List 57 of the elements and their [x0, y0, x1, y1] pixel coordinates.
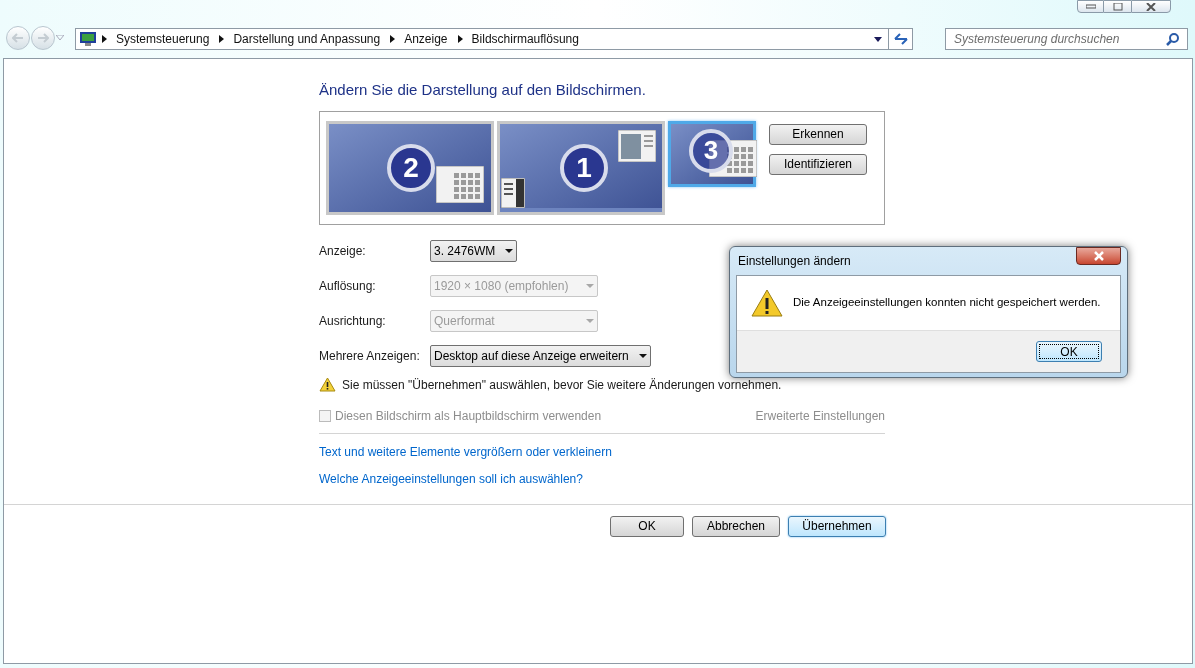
dialog-button[interactable]: Übernehmen: [788, 515, 886, 537]
dropdown-arrow-icon[interactable]: [874, 36, 882, 42]
dropdown-arrow-icon: [586, 318, 594, 323]
setting-label: Mehrere Anzeigen:: [319, 347, 421, 365]
dialog-button[interactable]: Abbrechen: [692, 515, 780, 537]
breadcrumb[interactable]: Darstellung und Anpassung: [233, 30, 381, 48]
dropdown-arrow-icon: [586, 283, 594, 288]
chevron-icon[interactable]: [390, 35, 396, 43]
dialog-message: Die Anzeigeeinstellungen konnten nicht gespeichert werden.: [793, 295, 1101, 311]
close-icon: [1092, 251, 1105, 261]
close-button[interactable]: [1131, 0, 1171, 13]
start-menu-icon: [501, 177, 525, 208]
back-arrow-icon: [12, 33, 24, 43]
window-icon: [436, 165, 484, 203]
search-field[interactable]: Systemsteuerung durchsuchen: [945, 28, 1188, 50]
breadcrumb[interactable]: Systemsteuerung: [116, 30, 210, 48]
monitor-number: 2: [387, 143, 435, 192]
breadcrumb[interactable]: Bildschirmauflösung: [471, 30, 579, 48]
dialog-button[interactable]: OK: [610, 515, 684, 537]
search-icon[interactable]: [1166, 32, 1179, 46]
forward-arrow-icon: [37, 33, 49, 43]
refresh-icon: [893, 33, 908, 45]
monitor-number: 1: [560, 143, 608, 192]
dropdown[interactable]: 3. 2476WM: [430, 239, 518, 262]
dropdown[interactable]: Desktop auf diese Anzeige erweitern: [430, 344, 651, 367]
dialog-title: Einstellungen ändern: [738, 253, 851, 270]
monitor-action-button[interactable]: Erkennen: [769, 123, 867, 145]
monitor-action-button[interactable]: Identifizieren: [769, 153, 867, 175]
dropdown-arrow-icon: [505, 248, 514, 253]
minimize-button[interactable]: [1077, 0, 1104, 13]
page-heading: Ändern Sie die Darstellung auf den Bildschirmen.: [319, 80, 647, 100]
dropdown-arrow-icon: [638, 353, 647, 358]
monitor-tile[interactable]: 2: [326, 120, 494, 215]
ok-button[interactable]: OK: [1036, 341, 1102, 362]
setting-label: Anzeige:: [319, 242, 367, 260]
warning-icon: [319, 377, 336, 392]
address-bar[interactable]: Systemsteuerung Darstellung und Anpassung Anzeige Bildschirmauflösung: [75, 28, 913, 50]
chevron-icon[interactable]: [457, 35, 463, 43]
help-link[interactable]: Welche Anzeigeeinstellungen soll ich auswählen?: [319, 469, 889, 488]
monitor-number: 3: [689, 128, 733, 173]
maximize-icon: [1112, 2, 1123, 11]
warning-icon: [751, 289, 783, 317]
chevron-icon[interactable]: [219, 35, 225, 43]
minimize-icon: [1085, 4, 1096, 9]
monitor-tile[interactable]: 1: [497, 120, 665, 215]
monitor-icon: [80, 31, 96, 47]
breadcrumb[interactable]: Anzeige: [404, 30, 448, 48]
maximize-button[interactable]: [1104, 0, 1131, 13]
help-link[interactable]: Text und weitere Elemente vergrößern oder verkleinern: [319, 442, 889, 461]
setting-label: Ausrichtung:: [319, 312, 387, 330]
close-button[interactable]: [1076, 247, 1121, 265]
setting-label: Auflösung:: [319, 277, 377, 295]
chevron-icon[interactable]: [102, 35, 107, 43]
warning-text: Sie müssen "Übernehmen" auswählen, bevor Sie weitere Änderungen vornehmen.: [342, 376, 782, 394]
close-icon: [1146, 2, 1156, 11]
window-icon: [618, 129, 656, 162]
monitor-tile[interactable]: 3: [668, 120, 756, 187]
